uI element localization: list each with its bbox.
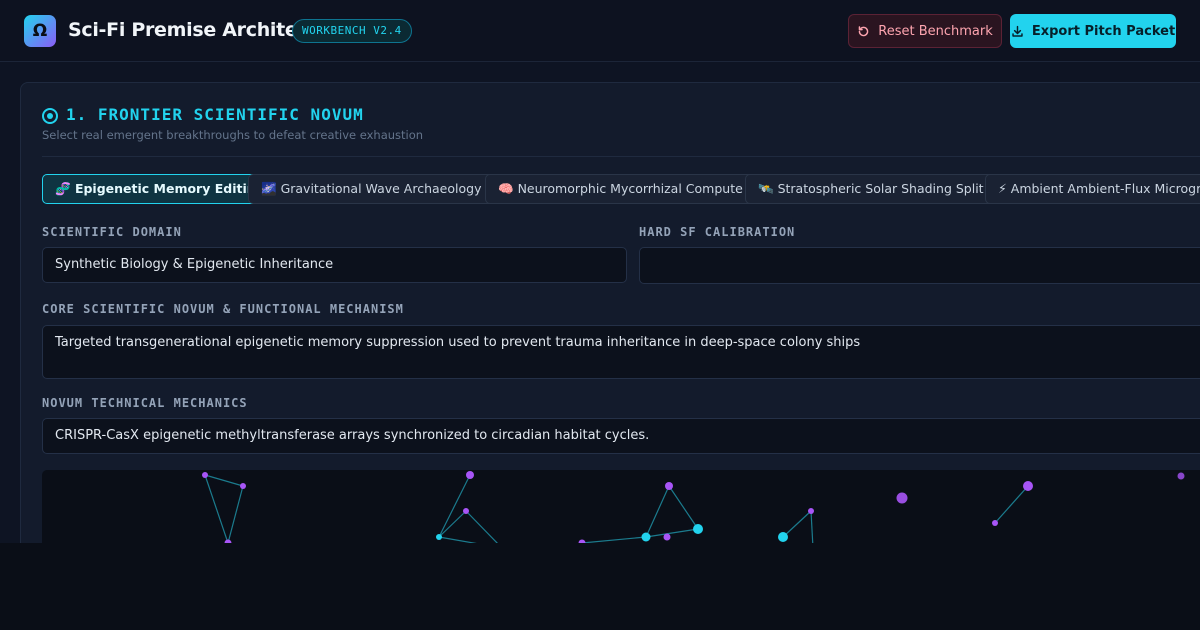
section-title: 1. FRONTIER SCIENTIFIC NOVUM bbox=[66, 105, 364, 124]
calibration-label: HARD SF CALIBRATION bbox=[639, 225, 796, 239]
export-pitch-packet-label: Export Pitch Packet bbox=[1031, 23, 1176, 39]
lightning-icon: ⚡ bbox=[998, 181, 1007, 196]
chip-label: Epigenetic Memory Editing bbox=[74, 181, 265, 196]
chip-neuromorphic-mycorrhizal-compute[interactable]: 🧠 Neuromorphic Mycorrhizal Compute bbox=[485, 174, 756, 204]
technical-mechanics-input[interactable]: CRISPR-CasX epigenetic methyltransferase… bbox=[42, 418, 1200, 454]
reset-benchmark-button[interactable]: Reset Benchmark bbox=[848, 14, 1002, 48]
chip-ambient-flux-microgrid[interactable]: ⚡ Ambient Ambient-Flux Microgrid bbox=[985, 174, 1200, 204]
chip-label: Neuromorphic Mycorrhizal Compute bbox=[517, 181, 743, 196]
section-divider bbox=[42, 156, 1200, 157]
domain-label: SCIENTIFIC DOMAIN bbox=[42, 225, 182, 239]
chip-label: Gravitational Wave Archaeology bbox=[280, 181, 482, 196]
chip-label: Stratospheric Solar Shading Split bbox=[777, 181, 984, 196]
brain-icon: 🧠 bbox=[498, 181, 514, 196]
top-bar: Ω Sci-Fi Premise Architect WORKBENCH V2.… bbox=[0, 0, 1200, 62]
frontier-novum-panel: 1. FRONTIER SCIENTIFIC NOVUM Select real… bbox=[20, 82, 1200, 543]
atom-icon bbox=[42, 108, 58, 124]
constellation-visualization bbox=[42, 470, 1200, 543]
version-badge: WORKBENCH V2.4 bbox=[292, 19, 412, 43]
section-subtitle: Select real emergent breakthroughs to de… bbox=[42, 128, 424, 142]
constellation-network bbox=[202, 471, 1185, 543]
chip-stratospheric-solar-shading[interactable]: 🛰️ Stratospheric Solar Shading Split bbox=[745, 174, 997, 204]
omega-logo-icon: Ω bbox=[24, 15, 56, 47]
network-nodes bbox=[202, 471, 1185, 543]
galaxy-icon: 🌌 bbox=[261, 181, 277, 196]
download-icon bbox=[1012, 25, 1023, 37]
chip-gravitational-wave-archaeology[interactable]: 🌌 Gravitational Wave Archaeology bbox=[248, 174, 495, 204]
page-background bbox=[0, 543, 1200, 630]
core-novum-textarea[interactable]: Targeted transgenerational epigenetic me… bbox=[42, 325, 1200, 379]
chip-label: Ambient Ambient-Flux Microgrid bbox=[1010, 181, 1200, 196]
hard-sf-calibration-input[interactable] bbox=[639, 247, 1200, 284]
novum-label: CORE SCIENTIFIC NOVUM & FUNCTIONAL MECHA… bbox=[42, 302, 404, 316]
scientific-domain-input[interactable]: Synthetic Biology & Epigenetic Inheritan… bbox=[42, 247, 627, 283]
app-title: Sci-Fi Premise Architect bbox=[68, 19, 318, 41]
mechanics-label: NOVUM TECHNICAL MECHANICS bbox=[42, 396, 248, 410]
app-window: Ω Sci-Fi Premise Architect WORKBENCH V2.… bbox=[0, 0, 1200, 543]
reset-benchmark-label: Reset Benchmark bbox=[878, 23, 993, 39]
chip-epigenetic-memory-editing[interactable]: 🧬 Epigenetic Memory Editing bbox=[42, 174, 278, 204]
reset-icon bbox=[858, 25, 869, 36]
dna-icon: 🧬 bbox=[55, 181, 71, 196]
satellite-icon: 🛰️ bbox=[758, 181, 774, 196]
export-pitch-packet-button[interactable]: Export Pitch Packet bbox=[1010, 14, 1176, 48]
